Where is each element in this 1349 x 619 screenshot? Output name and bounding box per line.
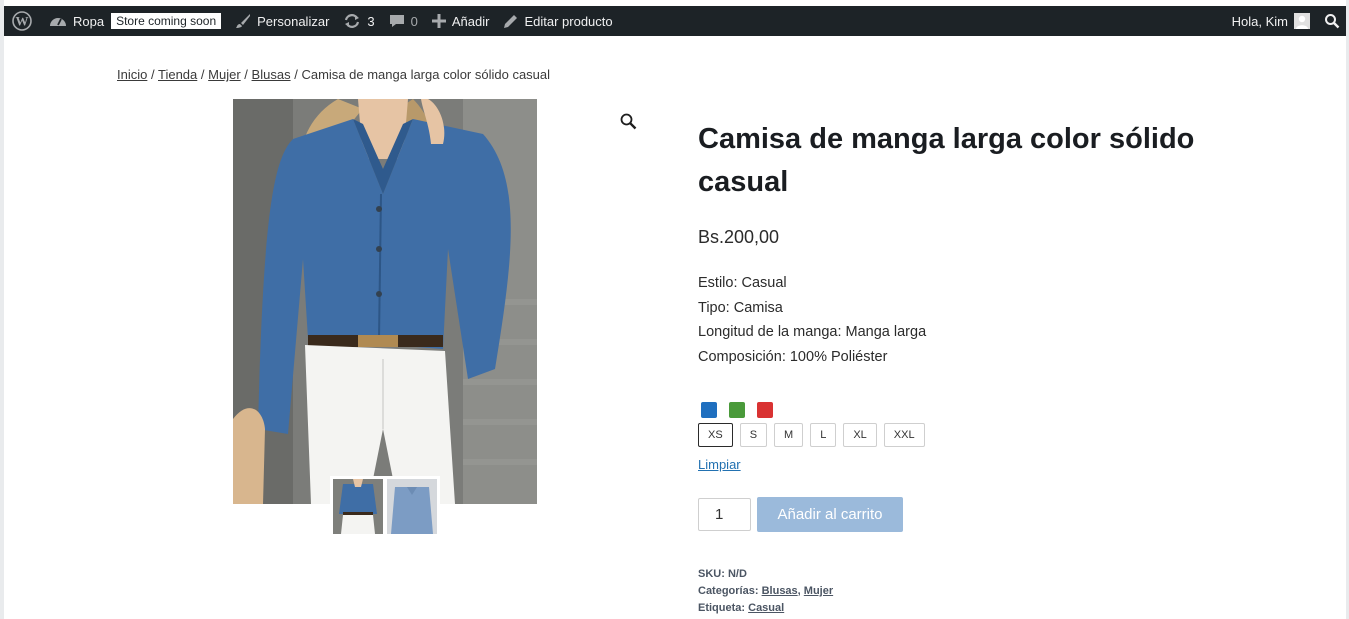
tag-row: Etiqueta: Casual bbox=[698, 600, 833, 617]
product-main-image[interactable] bbox=[233, 99, 537, 504]
site-name-menu[interactable]: Ropa bbox=[42, 6, 111, 36]
size-options: XS S M L XL XXL bbox=[698, 423, 925, 447]
dashboard-icon bbox=[49, 13, 67, 29]
plus-icon bbox=[431, 14, 446, 28]
size-option-s[interactable]: S bbox=[739, 423, 768, 447]
description-line: Composición: 100% Poliéster bbox=[698, 348, 888, 365]
user-avatar-icon bbox=[1294, 13, 1310, 29]
magnifier-icon bbox=[620, 113, 637, 134]
admin-bar: W Ropa Store coming soon Personalizar 3 … bbox=[4, 6, 1346, 36]
updates-menu[interactable]: 3 bbox=[336, 6, 381, 36]
page-frame-left bbox=[0, 0, 4, 619]
edit-product-label: Editar producto bbox=[524, 13, 613, 29]
sku-label: SKU: bbox=[698, 568, 725, 580]
breadcrumb-separator: / bbox=[150, 67, 155, 82]
breadcrumb-link-women[interactable]: Mujer bbox=[208, 67, 241, 82]
description-line: Longitud de la manga: Manga larga bbox=[698, 324, 927, 340]
zoom-image-button[interactable] bbox=[620, 113, 637, 135]
pencil-icon bbox=[503, 14, 518, 29]
thumbnail-1[interactable] bbox=[333, 479, 383, 534]
product-price: Bs.200,00 bbox=[698, 227, 780, 247]
breadcrumb-separator: / bbox=[200, 67, 205, 82]
breadcrumb-link-home[interactable]: Inicio bbox=[117, 67, 147, 82]
comment-icon bbox=[389, 13, 405, 29]
updates-icon bbox=[343, 13, 361, 29]
size-option-l[interactable]: L bbox=[810, 423, 837, 447]
breadcrumb-current: Camisa de manga larga color sólido casua… bbox=[301, 67, 551, 82]
size-option-xxl[interactable]: XXL bbox=[883, 423, 925, 447]
sku-value: N/D bbox=[727, 568, 747, 580]
svg-text:W: W bbox=[16, 14, 29, 29]
tag-link-casual[interactable]: Casual bbox=[748, 602, 784, 614]
breadcrumb-link-shop[interactable]: Tienda bbox=[158, 67, 197, 82]
tag-label: Etiqueta: bbox=[698, 602, 746, 614]
product-short-description: Estilo: Casual Tipo: Camisa Longitud de … bbox=[698, 271, 926, 369]
description-line: Tipo: Camisa bbox=[698, 299, 783, 316]
comments-menu[interactable]: 0 bbox=[382, 6, 425, 36]
sku-row: SKU: N/D bbox=[698, 566, 833, 583]
breadcrumb: Inicio / Tienda / Mujer / Blusas / Camis… bbox=[117, 67, 550, 82]
add-to-cart-button[interactable]: Añadir al carrito bbox=[757, 497, 903, 532]
clear-selection-link[interactable]: Limpiar bbox=[698, 457, 741, 472]
edit-product-menu[interactable]: Editar producto bbox=[496, 6, 619, 36]
category-separator: , bbox=[797, 585, 801, 597]
size-option-m[interactable]: M bbox=[774, 423, 804, 447]
category-link-mujer[interactable]: Mujer bbox=[804, 585, 833, 597]
wordpress-logo-icon: W bbox=[12, 11, 32, 31]
color-swatch-blue[interactable] bbox=[701, 402, 717, 418]
search-icon bbox=[1324, 13, 1340, 29]
category-link-blusas[interactable]: Blusas bbox=[762, 585, 798, 597]
breadcrumb-separator: / bbox=[244, 67, 248, 82]
my-account-menu[interactable]: Hola, Kim bbox=[1225, 6, 1317, 36]
brush-icon bbox=[235, 13, 251, 29]
thumbnail-2[interactable] bbox=[387, 479, 437, 534]
description-line: Estilo: Casual bbox=[698, 275, 787, 291]
categories-label: Categorías: bbox=[698, 585, 759, 597]
store-coming-soon-badge[interactable]: Store coming soon bbox=[111, 6, 228, 36]
greeting-label: Hola, Kim bbox=[1231, 13, 1288, 29]
color-swatch-red[interactable] bbox=[757, 402, 773, 418]
customize-menu[interactable]: Personalizar bbox=[228, 6, 336, 36]
site-name: Ropa bbox=[73, 13, 105, 29]
quantity-input[interactable] bbox=[698, 498, 751, 531]
wordpress-menu[interactable]: W bbox=[4, 6, 42, 36]
admin-search[interactable] bbox=[1317, 6, 1346, 36]
breadcrumb-separator: / bbox=[294, 67, 298, 82]
categories-row: Categorías: Blusas, Mujer bbox=[698, 583, 833, 600]
product-title: Camisa de manga larga color sólido casua… bbox=[698, 123, 1195, 198]
gallery-thumbnails bbox=[330, 476, 440, 534]
comments-count: 0 bbox=[410, 13, 418, 29]
size-option-xl[interactable]: XL bbox=[843, 423, 877, 447]
product-meta: SKU: N/D Categorías: Blusas, Mujer Etiqu… bbox=[698, 566, 833, 617]
add-new-label: Añadir bbox=[451, 13, 490, 29]
add-new-menu[interactable]: Añadir bbox=[425, 6, 497, 36]
customize-label: Personalizar bbox=[257, 13, 330, 29]
updates-count: 3 bbox=[367, 13, 375, 29]
store-badge-label: Store coming soon bbox=[111, 13, 222, 29]
breadcrumb-link-blouses[interactable]: Blusas bbox=[252, 67, 291, 82]
color-swatch-green[interactable] bbox=[729, 402, 745, 418]
size-option-xs[interactable]: XS bbox=[698, 423, 733, 447]
color-swatches bbox=[701, 402, 773, 418]
